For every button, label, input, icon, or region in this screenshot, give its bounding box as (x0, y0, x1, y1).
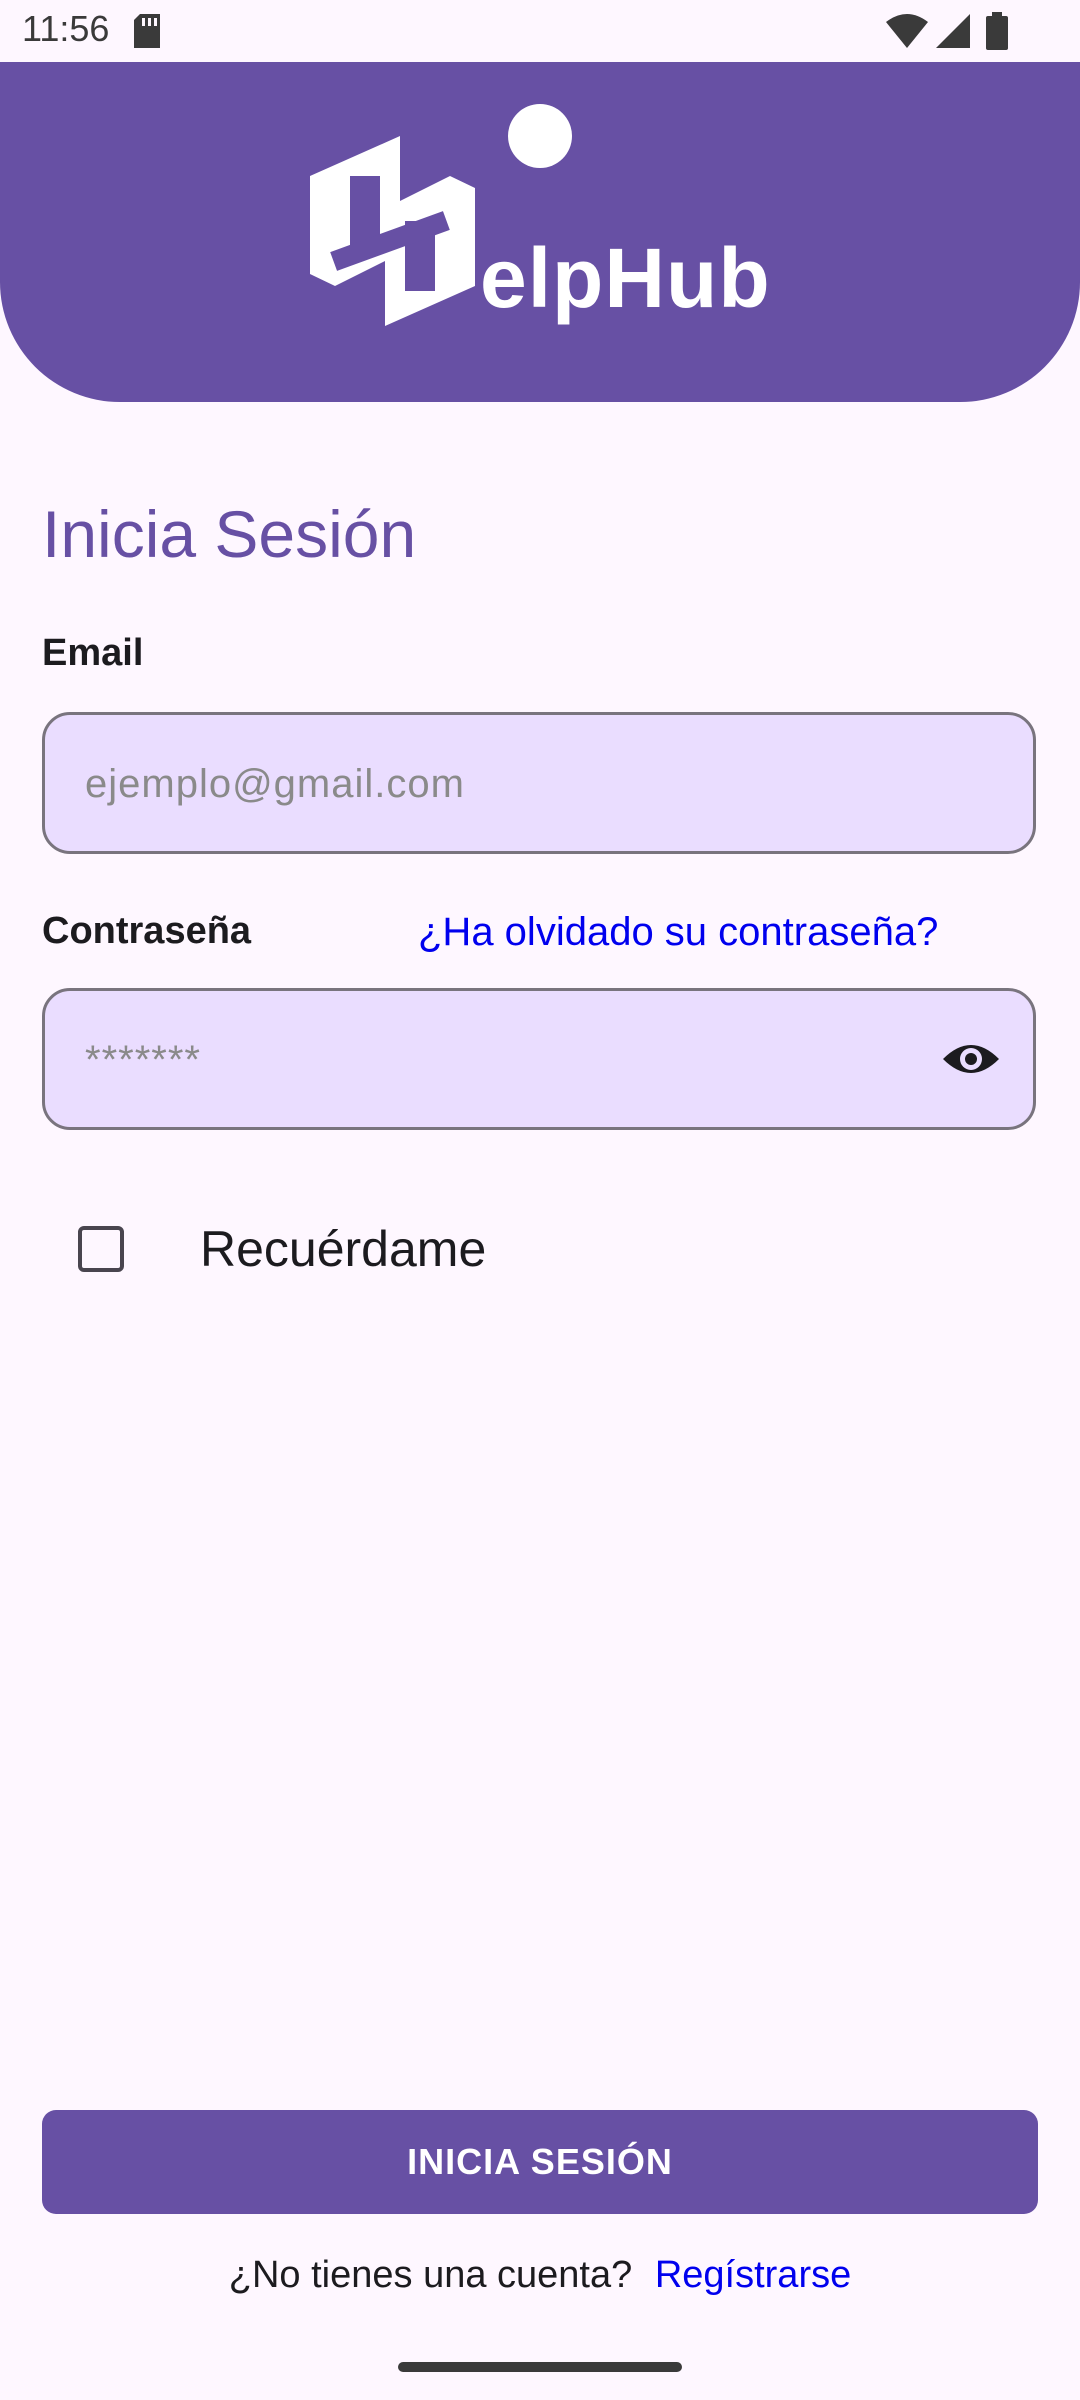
wifi-icon (886, 14, 928, 48)
email-field-container (42, 712, 1036, 854)
password-label: Contraseña (42, 910, 252, 952)
signal-icon (936, 14, 970, 48)
logo-h-icon (310, 136, 475, 326)
helphub-logo: elpHub (300, 136, 800, 326)
remember-me-label: Recuérdame (200, 1221, 487, 1277)
sd-card-icon (134, 14, 160, 48)
eye-icon[interactable] (941, 1037, 1001, 1081)
email-label: Email (42, 632, 144, 674)
status-time: 11:56 (22, 8, 110, 49)
brand-name: elpHub (480, 231, 771, 325)
login-button[interactable]: INICIA SESIÓN (42, 2110, 1038, 2214)
register-row: ¿No tienes una cuenta? Regístrarse (0, 2254, 1080, 2297)
no-account-text: ¿No tienes una cuenta? (228, 2254, 633, 2296)
app-header: elpHub (0, 62, 1080, 402)
battery-icon (986, 12, 1008, 50)
page-title: Inicia Sesión (42, 497, 417, 571)
forgot-password-link[interactable]: ¿Ha olvidado su contraseña? (418, 910, 938, 955)
remember-me-checkbox[interactable] (78, 1226, 124, 1272)
password-field-container (42, 988, 1036, 1130)
register-link[interactable]: Regístrarse (655, 2254, 851, 2296)
email-input[interactable] (83, 715, 947, 853)
home-indicator[interactable] (398, 2362, 682, 2372)
password-input[interactable] (83, 991, 947, 1129)
status-bar: 11:56 (0, 0, 1080, 62)
